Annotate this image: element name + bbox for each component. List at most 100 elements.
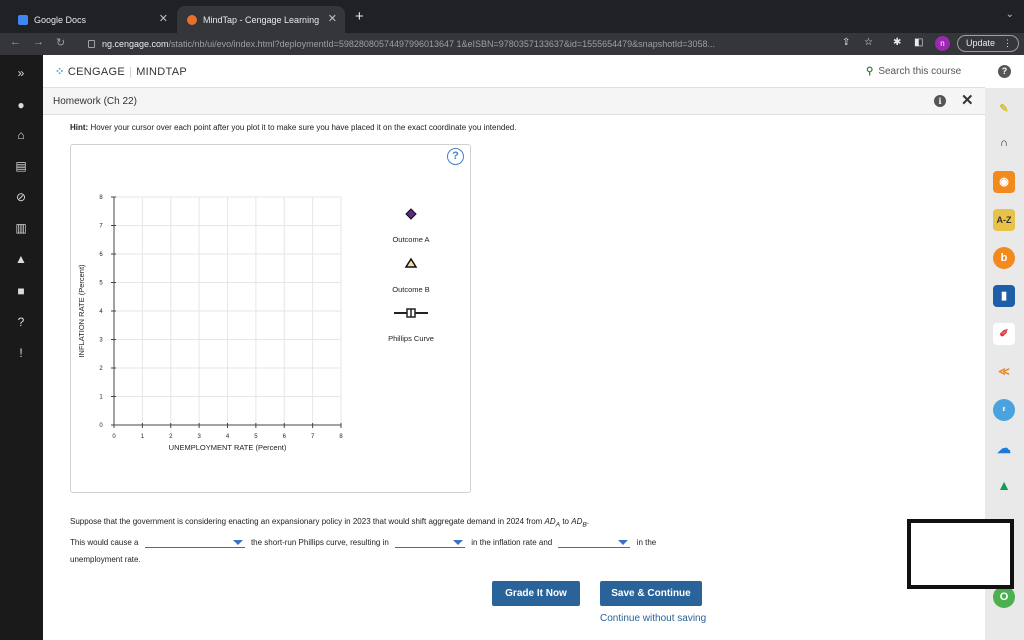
legend-label: Outcome A <box>392 235 429 244</box>
question-inflation: in the inflation rate and <box>471 537 553 547</box>
url-path: /static/nb/ui/evo/index.html?deploymentI… <box>168 39 715 49</box>
share-icon[interactable]: ⇪ <box>842 37 850 48</box>
shift-direction-dropdown[interactable] <box>144 537 245 548</box>
question-to: to <box>560 517 572 526</box>
user-icon[interactable]: ● <box>12 98 30 112</box>
a-z-icon[interactable]: A-Z <box>993 209 1015 231</box>
bookmark-star-icon[interactable]: ☆ <box>864 37 873 48</box>
readspeaker-icon[interactable]: ≪ <box>993 361 1015 383</box>
back-icon[interactable]: ← <box>10 36 21 48</box>
ad-a-text: AD <box>544 517 556 526</box>
question-in-the: in the <box>636 537 657 547</box>
tab-google-docs[interactable]: Google Docs ✕ <box>8 6 176 33</box>
url-field[interactable]: ng.cengage.com/static/nb/ui/evo/index.ht… <box>82 36 830 52</box>
search-icon: ⚲ <box>866 66 874 77</box>
browser-tab-bar: Google Docs ✕ MindTap - Cengage Learning… <box>0 0 1024 33</box>
y-tick-label: 5 <box>99 281 103 287</box>
briefcase-icon[interactable]: ■ <box>12 284 30 298</box>
tab-title: MindTap - Cengage Learning <box>203 14 320 25</box>
cengage-mobile-icon[interactable]: ℓ <box>993 399 1015 421</box>
question-cause: This would cause a <box>70 537 139 547</box>
feedback-icon[interactable]: ! <box>12 346 30 360</box>
highlighter-icon[interactable]: ✎ <box>993 98 1015 120</box>
save-continue-button[interactable]: Save & Continue <box>600 581 702 606</box>
hint-body: Hover your cursor over each point after … <box>88 123 517 132</box>
x-tick-label: 4 <box>226 434 230 440</box>
outcome-a-marker-icon <box>405 208 417 220</box>
graduation-cap-icon[interactable]: ▲ <box>12 252 30 266</box>
more-menu-icon: ⋮ <box>1003 38 1012 48</box>
y-tick-label: 7 <box>99 224 103 230</box>
phillips-curve-plot[interactable]: 0 1 2 3 4 5 6 7 8 0 1 2 3 4 5 6 7 8 UNEMPLOYMENT RATE (Per… <box>71 145 472 494</box>
logo[interactable]: ⁘ CENGAGE | MINDTAP <box>55 65 187 78</box>
outcome-b-marker-icon <box>404 257 418 268</box>
graph-widget: 0 1 2 3 4 5 6 7 8 0 1 2 3 4 5 6 7 8 UNEMPLOYMENT RATE (Per… <box>70 144 471 493</box>
onedrive-icon[interactable]: ☁ <box>993 437 1015 459</box>
forward-icon[interactable]: → <box>33 36 44 48</box>
close-icon[interactable]: ✕ <box>961 91 974 109</box>
search-label: Search this course <box>878 66 962 77</box>
book-icon[interactable]: ▤ <box>12 159 30 173</box>
question-text: Suppose that the government is consideri… <box>70 513 750 568</box>
expand-nav-icon[interactable]: » <box>12 66 30 80</box>
cengage-logo-icon: ⁘ <box>55 66 65 78</box>
green-app-icon[interactable]: O <box>993 586 1015 608</box>
profile-avatar[interactable]: n <box>935 36 950 51</box>
url-host: ng.cengage.com <box>102 39 169 49</box>
x-tick-label: 5 <box>254 434 258 440</box>
x-tick-label: 8 <box>339 434 343 440</box>
inflation-change-dropdown[interactable] <box>395 537 466 548</box>
screen: Google Docs ✕ MindTap - Cengage Learning… <box>0 0 1024 640</box>
x-axis-label: UNEMPLOYMENT RATE (Percent) <box>169 443 287 452</box>
ad-b-text: AD <box>571 517 583 526</box>
question-line-3: unemployment rate. <box>70 554 141 564</box>
google-docs-icon <box>18 14 28 25</box>
question-curve: the short-run Phillips curve, resulting … <box>250 537 389 547</box>
x-tick-label: 7 <box>311 434 315 440</box>
tab-mindtap[interactable]: MindTap - Cengage Learning ✕ <box>177 6 345 33</box>
y-tick-label: 3 <box>99 338 103 344</box>
grade-it-now-button[interactable]: Grade It Now <box>492 581 580 606</box>
unemployment-change-dropdown[interactable] <box>558 537 631 548</box>
graph-help-icon[interactable]: ? <box>447 148 464 165</box>
x-tick-label: 2 <box>169 434 173 440</box>
help-circle-icon[interactable]: ? <box>12 315 30 329</box>
continue-without-saving-link[interactable]: Continue without saving <box>600 613 706 624</box>
info-icon[interactable]: i <box>934 95 946 107</box>
x-tick-label: 3 <box>197 434 201 440</box>
compass-icon[interactable]: ⊘ <box>12 190 30 204</box>
help-icon[interactable]: ? <box>998 65 1011 78</box>
question-line-2: This would cause a the short-run Phillip… <box>70 534 750 551</box>
google-drive-icon[interactable]: ▲ <box>993 474 1015 496</box>
notes-icon[interactable]: ✐ <box>993 323 1015 345</box>
mindtap-icon <box>187 14 197 25</box>
home-icon[interactable]: ⌂ <box>12 128 30 142</box>
extensions-icon[interactable]: ✱ <box>893 37 901 48</box>
update-label: Update <box>966 38 996 48</box>
close-tab-icon[interactable]: ✕ <box>328 12 337 25</box>
open-book-icon[interactable]: ▥ <box>12 221 30 235</box>
x-tick-label: 0 <box>112 434 116 440</box>
ad-b-label: ADB <box>571 517 587 529</box>
quiz-icon[interactable]: b <box>993 247 1015 269</box>
headphones-icon[interactable]: ∩ <box>993 132 1015 154</box>
chevron-down-icon <box>453 539 464 545</box>
chevron-down-icon <box>618 539 629 545</box>
side-panel-icon[interactable]: ◧ <box>914 37 923 48</box>
close-tab-icon[interactable]: ✕ <box>159 12 168 25</box>
logo-divider: | <box>129 66 133 78</box>
x-tick-label: 1 <box>141 434 145 440</box>
reload-icon[interactable]: ↻ <box>56 36 65 49</box>
y-tick-label: 4 <box>99 309 103 315</box>
address-bar: ← → ↻ ng.cengage.com/static/nb/ui/evo/in… <box>0 33 1024 55</box>
notebook-icon[interactable]: ▮ <box>993 285 1015 307</box>
update-button[interactable]: Update ⋮ <box>957 35 1019 52</box>
new-tab-icon[interactable]: + <box>355 8 364 25</box>
tab-search-icon[interactable]: ⌄ <box>1006 9 1014 20</box>
left-nav: » ● ⌂ ▤ ⊘ ▥ ▲ ■ ? ! <box>0 55 43 640</box>
lock-icon <box>88 40 95 48</box>
rss-icon[interactable]: ◉ <box>993 171 1015 193</box>
search-course[interactable]: ⚲ Search this course <box>866 66 961 77</box>
window-thumbnail[interactable] <box>907 519 1014 589</box>
app-header: ⁘ CENGAGE | MINDTAP ⚲ Search this course <box>43 55 985 88</box>
